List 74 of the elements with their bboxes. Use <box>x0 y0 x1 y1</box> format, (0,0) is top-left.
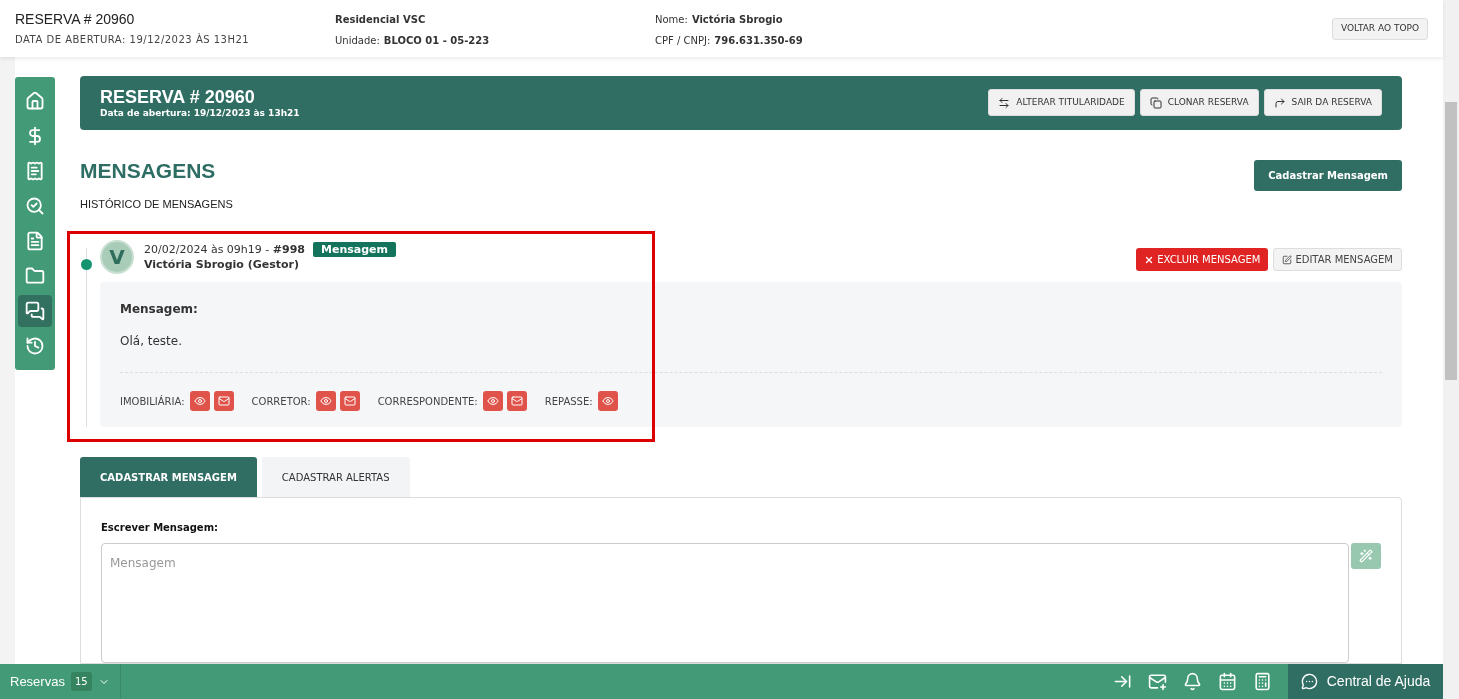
calendar-icon <box>1218 672 1237 691</box>
arrow-to-line-icon <box>1113 672 1132 691</box>
eye-icon <box>601 395 614 407</box>
section-title: MENSAGENS <box>80 157 217 184</box>
folder-icon <box>25 266 45 286</box>
reservation-title: RESERVA # 20960 <box>15 10 136 28</box>
view-button[interactable] <box>189 391 210 411</box>
invoice-icon <box>25 161 45 181</box>
reservations-count: 15 <box>70 672 92 691</box>
opening-date: DATA DE ABERTURA: 19/12/2023 ÀS 13H21 <box>15 32 251 47</box>
calculator-icon <box>1253 672 1272 691</box>
message-date: 20/02/2024 às 09h19 - #998 <box>144 242 305 257</box>
name-label: Nome: <box>655 13 688 27</box>
home-icon <box>25 91 45 111</box>
form-label: Escrever Mensagem: <box>101 521 220 535</box>
copy-icon <box>1149 96 1162 109</box>
chat-bubbles-icon <box>25 301 45 321</box>
add-message-button[interactable]: Cadastrar Mensagem <box>1254 159 1402 191</box>
banner-button[interactable]: CLONAR RESERVA <box>1139 89 1259 117</box>
body-label: Mensagem: <box>120 301 199 318</box>
document-value: 796.631.350-69 <box>714 34 803 48</box>
toolbar-button[interactable] <box>1113 672 1132 691</box>
eye-icon <box>193 395 206 407</box>
view-button[interactable] <box>597 391 618 411</box>
recipient-label: CORRETOR: <box>251 394 311 409</box>
recipient-label: REPASSE: <box>544 394 593 409</box>
view-button[interactable] <box>315 391 336 411</box>
message-input[interactable]: Mensagem <box>101 543 1350 663</box>
history-icon <box>25 336 45 356</box>
toolbar-button[interactable] <box>1218 672 1237 691</box>
project-name: Residencial VSC <box>335 13 427 27</box>
eye-icon <box>486 395 499 407</box>
avatar: V <box>100 240 134 274</box>
message-badge: Mensagem <box>313 242 396 257</box>
edit-icon <box>1282 254 1293 265</box>
email-button[interactable] <box>213 391 234 411</box>
name-value: Victória Sbrogio <box>691 13 783 27</box>
document-label: CPF / CNPJ: <box>655 34 711 48</box>
reservations-label: Reservas <box>10 672 65 691</box>
delete-button[interactable]: EXCLUIR MENSAGEM <box>1136 248 1269 271</box>
toolbar-button[interactable] <box>1253 672 1272 691</box>
banner-button[interactable]: ALTERAR TITULARIDADE <box>988 89 1135 117</box>
tab[interactable]: CADASTRAR MENSAGEM <box>80 457 257 497</box>
author-name: Victória Sbrogio (Gestor) <box>144 257 300 272</box>
unit-label: Unidade: <box>335 34 380 48</box>
message-text: Olá, teste. <box>120 333 183 350</box>
close-icon <box>1144 254 1155 265</box>
banner-title: RESERVA # 20960 <box>100 87 256 106</box>
document-icon <box>25 231 45 251</box>
bell-icon <box>1183 672 1202 691</box>
view-button[interactable] <box>482 391 503 411</box>
banner-button[interactable]: SAIR DA RESERVA <box>1263 89 1382 117</box>
tab[interactable]: CADASTRAR ALERTAS <box>261 457 410 497</box>
edit-button[interactable]: EDITAR MENSAGEM <box>1273 248 1402 271</box>
email-button[interactable] <box>339 391 360 411</box>
magic-wand-button[interactable] <box>1351 543 1381 569</box>
turn-arrow-icon <box>1273 96 1286 109</box>
recipient-label: CORRESPONDENTE: <box>377 394 478 409</box>
help-center-button[interactable]: Central de Ajuda <box>1288 664 1443 699</box>
unit-value: BLOCO 01 - 05-223 <box>383 34 490 48</box>
section-subtitle: HISTÓRICO DE MENSAGENS <box>80 196 233 212</box>
envelope-icon <box>343 395 356 407</box>
toolbar-button[interactable] <box>1183 672 1202 691</box>
swap-arrows-icon <box>998 96 1011 109</box>
recipient-label: IMOBILIÁRIA: <box>120 394 185 409</box>
banner-subtitle: Data de abertura: 19/12/2023 às 13h21 <box>100 108 300 118</box>
envelope-icon <box>510 395 523 407</box>
chat-dots-icon <box>1300 673 1318 690</box>
eye-icon <box>319 395 332 407</box>
side-menu-item[interactable] <box>18 295 52 327</box>
magic-wand-icon <box>1359 549 1373 563</box>
back-to-top-button[interactable]: VOLTAR AO TOPO <box>1332 18 1428 40</box>
envelope-icon <box>217 395 230 407</box>
email-button[interactable] <box>506 391 527 411</box>
